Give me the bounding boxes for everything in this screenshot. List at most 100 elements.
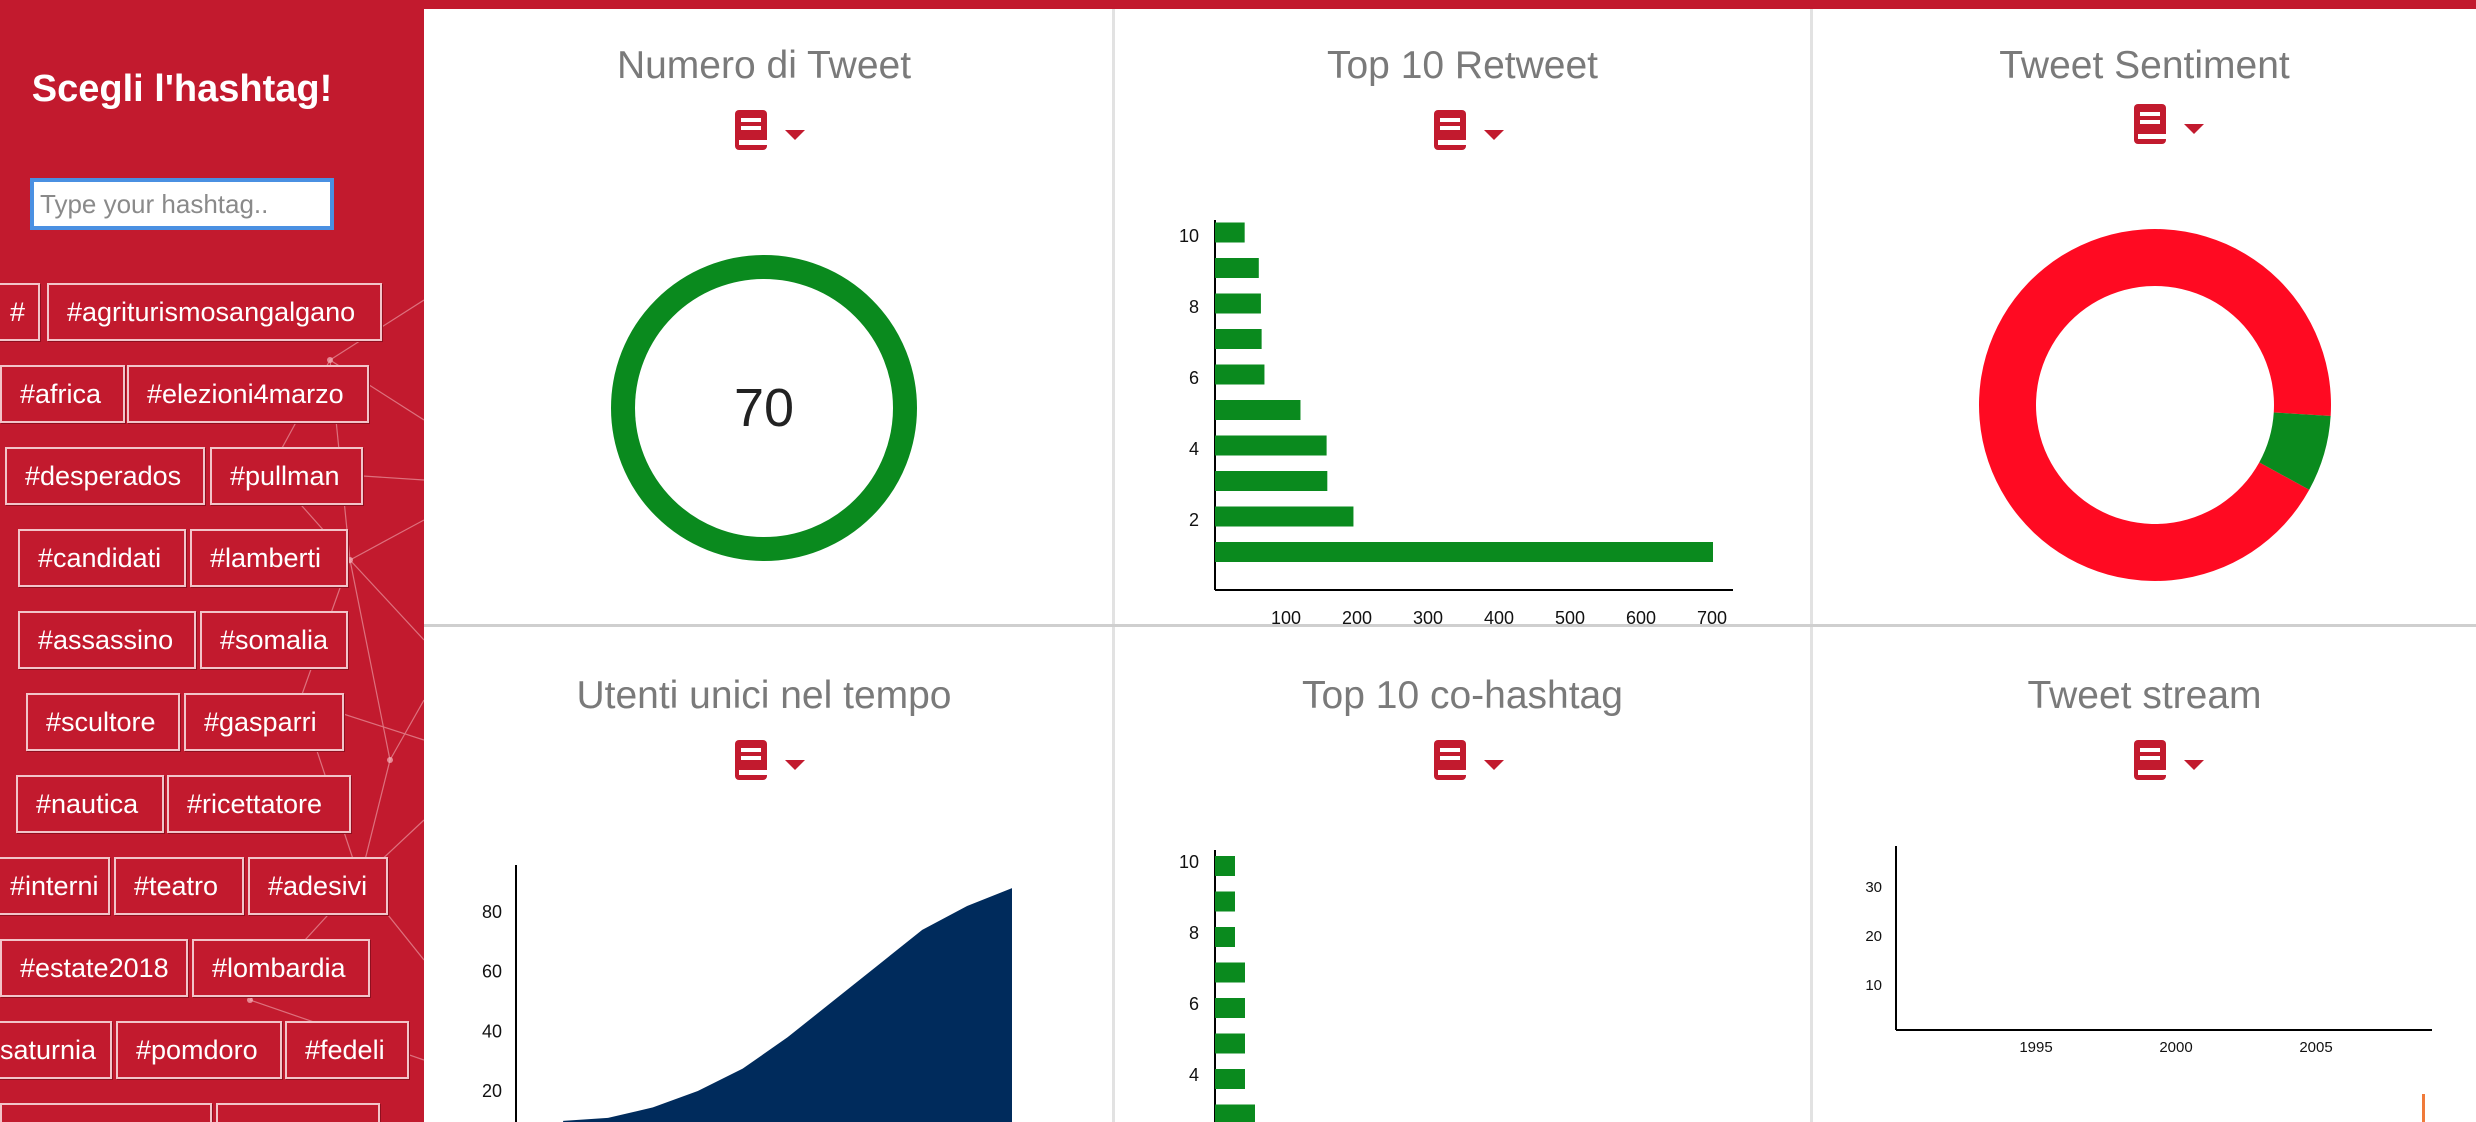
y-tick-label: 40 (482, 1021, 502, 1041)
tweet-stream-chart: 10 20 30 1995 2000 2005 (1865, 846, 2432, 1056)
x-tick-label: 2005 (2299, 1039, 2332, 1056)
book-icon (1434, 110, 1504, 150)
y-tick-label: 8 (1189, 297, 1199, 317)
hashtag-search-input[interactable] (30, 178, 334, 230)
bar (1215, 1069, 1245, 1089)
bar (1215, 962, 1245, 983)
hashtag-button[interactable]: #lamberti (190, 529, 348, 587)
bar (1215, 222, 1245, 243)
sentiment-chart (1979, 229, 2331, 581)
y-tick-label: 20 (482, 1081, 502, 1101)
y-tick-label: 2 (1189, 510, 1199, 530)
hashtag-button[interactable]: #assassino (18, 611, 196, 669)
x-tick-label: 500 (1555, 608, 1585, 628)
panel-title-tweet-stream: Tweet stream (2027, 674, 2262, 717)
sidebar: Scegli l'hashtag! # #agriturismosangalga… (0, 0, 424, 1122)
hashtag-button[interactable]: #candidati (18, 529, 186, 587)
unique-users-chart: 20 40 60 80 (482, 865, 1012, 1122)
panel-menu-button[interactable] (733, 738, 813, 784)
hashtag-button[interactable]: #fedeli (285, 1021, 409, 1079)
caret-down-icon (1484, 130, 1504, 140)
y-tick-label: 6 (1189, 994, 1199, 1014)
donut-slice (1979, 229, 2331, 581)
hashtag-button[interactable]: #elezioni4marzo (127, 365, 369, 423)
sidebar-title: Scegli l'hashtag! (31, 68, 333, 110)
bar (1215, 400, 1301, 420)
x-tick-label: 100 (1271, 608, 1301, 628)
bar (1215, 891, 1235, 912)
hashtag-button[interactable]: #somalia (200, 611, 348, 669)
hashtag-button[interactable]: # (0, 283, 40, 341)
bar (1215, 329, 1262, 349)
panel-menu-button[interactable] (2132, 738, 2212, 784)
caret-down-icon (785, 130, 805, 140)
y-tick-label: 10 (1179, 852, 1199, 872)
hashtag-button[interactable]: #gasparri (184, 693, 344, 751)
book-icon (2134, 740, 2204, 780)
hashtag-button[interactable]: #ricettatore (167, 775, 351, 833)
panel-menu-button[interactable] (733, 108, 813, 154)
hashtag-button[interactable] (0, 1103, 212, 1122)
area-fill (563, 888, 1012, 1122)
stream-marker (2422, 1094, 2425, 1122)
bar (1215, 927, 1235, 947)
top-bar (424, 0, 2476, 9)
panel-menu-button[interactable] (1432, 108, 1512, 154)
panel-title-unique-users: Utenti unici nel tempo (576, 674, 952, 717)
panel-divider (1112, 9, 1115, 1122)
hashtag-button[interactable] (216, 1103, 380, 1122)
book-icon (1434, 740, 1504, 780)
book-icon (735, 740, 805, 780)
bar (1215, 364, 1265, 385)
bar (1215, 471, 1328, 491)
y-tick-label: 30 (1865, 879, 1882, 896)
x-tick-label: 400 (1484, 608, 1514, 628)
y-tick-label: 4 (1189, 1065, 1199, 1085)
x-tick-label: 200 (1342, 608, 1372, 628)
hashtag-button[interactable]: #scultore (26, 693, 180, 751)
bar (1215, 998, 1245, 1018)
book-icon (2134, 104, 2204, 144)
bar (1215, 856, 1235, 876)
bar (1215, 293, 1261, 314)
y-tick-label: 8 (1189, 923, 1199, 943)
x-tick-label: 700 (1697, 608, 1727, 628)
y-tick-label: 10 (1865, 977, 1882, 994)
hashtag-button[interactable]: #agriturismosangalgano (47, 283, 382, 341)
x-tick-label: 300 (1413, 608, 1443, 628)
caret-down-icon (1484, 760, 1504, 770)
tweet-count-gauge: 70 (611, 255, 917, 561)
bar (1215, 258, 1259, 278)
bar (1215, 1104, 1255, 1122)
hashtag-button[interactable]: #pomdoro (116, 1021, 282, 1079)
hashtag-button[interactable]: #interni (0, 857, 110, 915)
hashtag-button[interactable]: #africa (0, 365, 125, 423)
hashtag-button[interactable]: #desperados (5, 447, 205, 505)
hashtag-button[interactable]: #adesivi (248, 857, 388, 915)
top-cohashtag-chart: 4 6 8 10 (1179, 850, 1255, 1122)
x-tick-label: 1995 (2019, 1039, 2052, 1056)
hashtag-button[interactable]: #nautica (16, 775, 164, 833)
panel-title-sentiment: Tweet Sentiment (1999, 44, 2290, 87)
hashtag-button[interactable]: #teatro (114, 857, 244, 915)
y-tick-label: 60 (482, 962, 502, 982)
y-tick-label: 80 (482, 902, 502, 922)
panel-title-top-cohashtag: Top 10 co-hashtag (1302, 674, 1623, 717)
panel-title-tweet-count: Numero di Tweet (616, 44, 912, 87)
hashtag-button[interactable]: saturnia (0, 1021, 112, 1079)
caret-down-icon (785, 760, 805, 770)
bar (1215, 1033, 1245, 1054)
panel-divider (1810, 9, 1813, 1122)
x-tick-label: 2000 (2159, 1039, 2192, 1056)
hashtag-button[interactable]: #estate2018 (0, 939, 188, 997)
bar (1215, 506, 1354, 527)
hashtag-button[interactable]: #pullman (210, 447, 363, 505)
tweet-count-value: 70 (734, 378, 794, 438)
panel-menu-button[interactable] (2132, 102, 2212, 148)
book-icon (735, 110, 805, 150)
caret-down-icon (2184, 760, 2204, 770)
y-tick-label: 10 (1179, 226, 1199, 246)
panel-menu-button[interactable] (1432, 738, 1512, 784)
bar (1215, 435, 1327, 456)
hashtag-button[interactable]: #lombardia (192, 939, 370, 997)
